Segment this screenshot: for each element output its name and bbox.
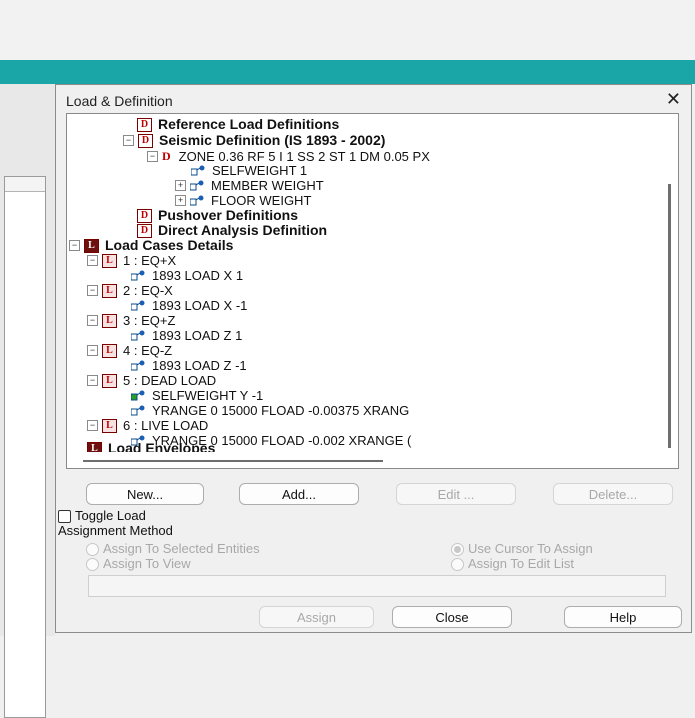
selfweight-icon xyxy=(131,390,145,401)
tree-item-seismic-definition[interactable]: − D Seismic Definition (IS 1893 - 2002) xyxy=(123,132,385,148)
close-icon[interactable]: ✕ xyxy=(666,89,681,110)
assign-list-field[interactable] xyxy=(88,575,666,597)
load-case-icon: L xyxy=(102,343,117,358)
edit-button[interactable]: Edit ... xyxy=(396,483,516,505)
tree-item-load-5-floor-load[interactable]: YRANGE 0 15000 FLOAD -0.00375 XRANG xyxy=(131,402,409,418)
tree-item-load-cases-details[interactable]: − L Load Cases Details xyxy=(69,237,233,253)
assignment-method-label: Assignment Method xyxy=(58,523,173,538)
radio-use-cursor[interactable]: Use Cursor To Assign xyxy=(451,541,593,557)
load-case-icon: L xyxy=(102,283,117,298)
tree-item-member-weight[interactable]: + MEMBER WEIGHT xyxy=(175,177,324,193)
tree-item-zone[interactable]: − D ZONE 0.36 RF 5 I 1 SS 2 ST 1 DM 0.05 P… xyxy=(147,148,430,164)
load-definition-dialog: Load & Definition ✕ D Reference Load Defi… xyxy=(55,84,692,633)
load-case-icon: L xyxy=(84,238,99,253)
radio-icon xyxy=(86,543,99,557)
left-panel-header xyxy=(5,177,45,192)
load-tree[interactable]: D Reference Load Definitions − D Seismic De… xyxy=(66,113,679,469)
load-case-icon: L xyxy=(102,373,117,388)
load-item-icon xyxy=(131,330,145,341)
add-button[interactable]: Add... xyxy=(239,483,359,505)
load-case-icon: L xyxy=(102,418,117,433)
definition-icon: D xyxy=(137,208,152,223)
tree-item-load-4-entry[interactable]: 1893 LOAD Z -1 xyxy=(131,357,247,373)
collapse-icon[interactable]: − xyxy=(123,135,134,147)
collapse-icon[interactable]: − xyxy=(147,151,158,163)
expand-icon[interactable]: + xyxy=(175,195,186,207)
tree-item-load-case-4[interactable]: − L 4 : EQ-Z xyxy=(87,342,172,358)
tree-horizontal-scrollbar[interactable] xyxy=(67,452,662,468)
delete-button[interactable]: Delete... xyxy=(553,483,673,505)
collapse-icon[interactable]: − xyxy=(87,315,98,327)
tree-item-load-case-2[interactable]: − L 2 : EQ-X xyxy=(87,282,173,298)
dialog-title: Load & Definition xyxy=(66,93,173,109)
tree-item-load-5-selfweight[interactable]: SELFWEIGHT Y -1 xyxy=(131,387,263,403)
tree-item-floor-weight[interactable]: + FLOOR WEIGHT xyxy=(175,192,311,208)
load-item-icon xyxy=(190,180,204,191)
load-item-icon xyxy=(191,165,205,176)
left-panel xyxy=(0,84,55,718)
definition-icon: D xyxy=(162,149,171,164)
tree-item-load-3-entry[interactable]: 1893 LOAD Z 1 xyxy=(131,327,242,343)
radio-icon xyxy=(451,543,464,557)
app-ribbon-bar xyxy=(0,60,695,84)
app-top-area xyxy=(0,0,695,60)
definition-icon: D xyxy=(137,223,152,238)
left-panel-list[interactable] xyxy=(4,176,46,718)
assign-button[interactable]: Assign xyxy=(259,606,374,628)
load-item-icon xyxy=(190,195,204,206)
toggle-load-checkbox[interactable]: Toggle Load xyxy=(58,508,146,524)
load-case-icon: L xyxy=(102,313,117,328)
tree-item-load-1-entry[interactable]: 1893 LOAD X 1 xyxy=(131,267,243,283)
checkbox-icon[interactable] xyxy=(58,510,71,524)
radio-icon xyxy=(451,558,464,572)
load-case-icon: L xyxy=(102,253,117,268)
new-button[interactable]: New... xyxy=(86,483,204,505)
collapse-icon[interactable]: − xyxy=(87,255,98,267)
collapse-icon[interactable]: − xyxy=(87,375,98,387)
definition-icon: D xyxy=(137,117,152,132)
scroll-thumb[interactable] xyxy=(83,460,383,462)
collapse-icon[interactable]: − xyxy=(87,420,98,432)
tree-item-direct-analysis[interactable]: D Direct Analysis Definition xyxy=(137,222,327,238)
radio-icon xyxy=(86,558,99,572)
tree-item-load-case-6[interactable]: − L 6 : LIVE LOAD xyxy=(87,417,208,433)
help-button[interactable]: Help xyxy=(564,606,682,628)
load-item-icon xyxy=(131,405,145,416)
load-item-icon xyxy=(131,270,145,281)
expand-icon[interactable]: + xyxy=(175,180,186,192)
tree-item-load-2-entry[interactable]: 1893 LOAD X -1 xyxy=(131,297,247,313)
close-button[interactable]: Close xyxy=(392,606,512,628)
tree-item-selfweight[interactable]: SELFWEIGHT 1 xyxy=(191,162,307,178)
tree-vertical-scrollbar[interactable] xyxy=(662,114,678,468)
collapse-icon[interactable]: − xyxy=(69,240,80,252)
tree-item-load-case-5[interactable]: − L 5 : DEAD LOAD xyxy=(87,372,216,388)
load-item-icon xyxy=(131,360,145,371)
radio-assign-selected[interactable]: Assign To Selected Entities xyxy=(86,541,260,557)
tree-item-load-case-1[interactable]: − L 1 : EQ+X xyxy=(87,252,176,268)
scroll-thumb[interactable] xyxy=(668,184,671,448)
definition-icon: D xyxy=(138,133,153,148)
tree-item-pushover[interactable]: D Pushover Definitions xyxy=(137,207,298,223)
radio-assign-edit-list[interactable]: Assign To Edit List xyxy=(451,556,574,572)
collapse-icon[interactable]: − xyxy=(87,285,98,297)
tree-item-reference-load[interactable]: D Reference Load Definitions xyxy=(137,116,339,132)
tree-item-load-case-3[interactable]: − L 3 : EQ+Z xyxy=(87,312,175,328)
load-item-icon xyxy=(131,300,145,311)
collapse-icon[interactable]: − xyxy=(87,345,98,357)
radio-assign-view[interactable]: Assign To View xyxy=(86,556,191,572)
